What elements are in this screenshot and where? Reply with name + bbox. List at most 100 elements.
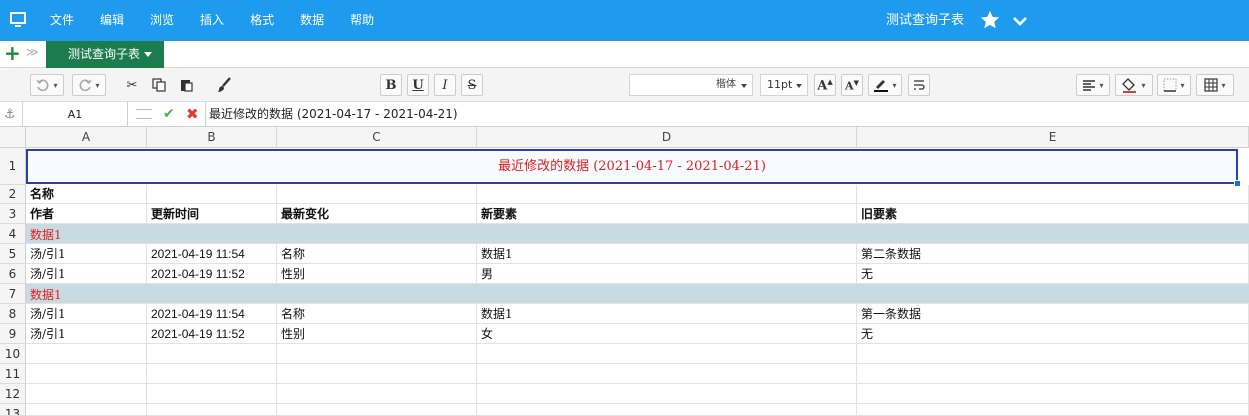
cell-d11[interactable]	[477, 364, 857, 384]
menu-edit[interactable]: 编辑	[100, 0, 124, 41]
cell-e12[interactable]	[857, 384, 1249, 404]
menu-insert[interactable]: 插入	[200, 0, 224, 41]
underline-button[interactable]: U	[407, 74, 429, 96]
cell-d13[interactable]	[477, 404, 857, 416]
wrap-text-button[interactable]	[908, 74, 930, 96]
function-icon[interactable]	[136, 109, 152, 119]
row-header-2[interactable]: 2	[0, 185, 26, 204]
group-band-row[interactable]	[26, 284, 1249, 304]
bold-button[interactable]: B	[380, 74, 402, 96]
menu-format[interactable]: 格式	[250, 0, 274, 41]
menu-data[interactable]: 数据	[300, 0, 324, 41]
formula-input[interactable]: 最近修改的数据 (2021-04-17 - 2021-04-21)	[205, 102, 1245, 127]
cell-e2[interactable]	[857, 185, 1249, 204]
sheet-tab-active[interactable]: 测试查询子表	[46, 41, 164, 68]
cell-c12[interactable]	[277, 384, 477, 404]
font-size-select[interactable]: 11pt	[760, 74, 808, 96]
header-author[interactable]: 作者	[26, 204, 147, 224]
cell-b6[interactable]: 2021-04-19 11:52	[147, 264, 277, 284]
cell-d8[interactable]: 数据1	[477, 304, 857, 324]
cell-d2[interactable]	[477, 185, 857, 204]
cell-a6[interactable]: 汤/引1	[26, 264, 147, 284]
italic-button[interactable]: I	[434, 74, 456, 96]
cell-d6[interactable]: 男	[477, 264, 857, 284]
row-header-6[interactable]: 6	[0, 264, 26, 284]
cell-c13[interactable]	[277, 404, 477, 416]
sheet-list-button[interactable]: ≫	[26, 45, 39, 59]
cell-a11[interactable]	[26, 364, 147, 384]
row-header-1[interactable]: 1	[0, 148, 26, 185]
row-header-8[interactable]: 8	[0, 304, 26, 324]
close-icon[interactable]: ✖	[186, 105, 199, 123]
borders-button[interactable]: ▾	[1157, 74, 1191, 96]
cell-b11[interactable]	[147, 364, 277, 384]
cell-c5[interactable]: 名称	[277, 244, 477, 264]
format-painter-button[interactable]	[213, 74, 235, 96]
name-box[interactable]: A1	[22, 102, 128, 127]
cell-e6[interactable]: 无	[857, 264, 1249, 284]
cell-a13[interactable]	[26, 404, 147, 416]
cell-c9[interactable]: 性别	[277, 324, 477, 344]
cell-a10[interactable]	[26, 344, 147, 364]
cell-a2[interactable]: 名称	[26, 185, 147, 204]
cell-b5[interactable]: 2021-04-19 11:54	[147, 244, 277, 264]
cell-b9[interactable]: 2021-04-19 11:52	[147, 324, 277, 344]
cell-c10[interactable]	[277, 344, 477, 364]
paste-button[interactable]	[175, 74, 197, 96]
header-latest-change[interactable]: 最新变化	[277, 204, 477, 224]
column-header-b[interactable]: B	[147, 127, 277, 148]
redo-button[interactable]: ▾	[72, 74, 106, 96]
cell-b2[interactable]	[147, 185, 277, 204]
monitor-icon[interactable]	[10, 12, 26, 27]
cell-d9[interactable]: 女	[477, 324, 857, 344]
row-header-10[interactable]: 10	[0, 344, 26, 364]
cell-c6[interactable]: 性别	[277, 264, 477, 284]
cell-d12[interactable]	[477, 384, 857, 404]
align-button[interactable]: ▾	[1076, 74, 1110, 96]
cut-button[interactable]: ✂	[121, 74, 143, 96]
cell-a12[interactable]	[26, 384, 147, 404]
column-header-e[interactable]: E	[857, 127, 1249, 148]
font-increase-button[interactable]: A▲	[814, 74, 836, 96]
menu-help[interactable]: 帮助	[350, 0, 374, 41]
row-header-7[interactable]: 7	[0, 284, 26, 304]
fill-color-button[interactable]: ▾	[1115, 74, 1153, 96]
add-sheet-button[interactable]: +	[4, 43, 21, 63]
cell-e9[interactable]: 无	[857, 324, 1249, 344]
cell-b10[interactable]	[147, 344, 277, 364]
font-decrease-button[interactable]: A▼	[841, 74, 863, 96]
cell-e10[interactable]	[857, 344, 1249, 364]
star-icon[interactable]	[979, 9, 1001, 31]
row-header-13[interactable]: 13	[0, 404, 26, 416]
cell-e11[interactable]	[857, 364, 1249, 384]
copy-button[interactable]	[148, 74, 170, 96]
cell-d5[interactable]: 数据1	[477, 244, 857, 264]
select-all-corner[interactable]	[0, 127, 26, 148]
chevron-down-icon[interactable]	[1012, 13, 1028, 29]
undo-button[interactable]: ▾	[30, 74, 64, 96]
merge-cells-button[interactable]: ▾	[1196, 74, 1234, 96]
title-cell[interactable]: 最近修改的数据 (2021-04-17 - 2021-04-21)	[26, 149, 1238, 184]
menu-file[interactable]: 文件	[50, 0, 74, 41]
cell-b12[interactable]	[147, 384, 277, 404]
cell-a8[interactable]: 汤/引1	[26, 304, 147, 324]
cell-c11[interactable]	[277, 364, 477, 384]
row-header-4[interactable]: 4	[0, 224, 26, 244]
row-header-11[interactable]: 11	[0, 364, 26, 384]
cell-a5[interactable]: 汤/引1	[26, 244, 147, 264]
cell-e13[interactable]	[857, 404, 1249, 416]
header-old-element[interactable]: 旧要素	[857, 204, 1249, 224]
row-header-3[interactable]: 3	[0, 204, 26, 224]
cell-b13[interactable]	[147, 404, 277, 416]
row-header-12[interactable]: 12	[0, 384, 26, 404]
check-icon[interactable]: ✔	[163, 106, 175, 122]
column-header-d[interactable]: D	[477, 127, 857, 148]
cell-e8[interactable]: 第一条数据	[857, 304, 1249, 324]
menu-view[interactable]: 浏览	[150, 0, 174, 41]
font-family-select[interactable]: 楷体	[629, 74, 753, 96]
cell-a9[interactable]: 汤/引1	[26, 324, 147, 344]
cell-b8[interactable]: 2021-04-19 11:54	[147, 304, 277, 324]
text-color-button[interactable]: ▾	[868, 74, 902, 96]
cell-c2[interactable]	[277, 185, 477, 204]
cell-e5[interactable]: 第二条数据	[857, 244, 1249, 264]
